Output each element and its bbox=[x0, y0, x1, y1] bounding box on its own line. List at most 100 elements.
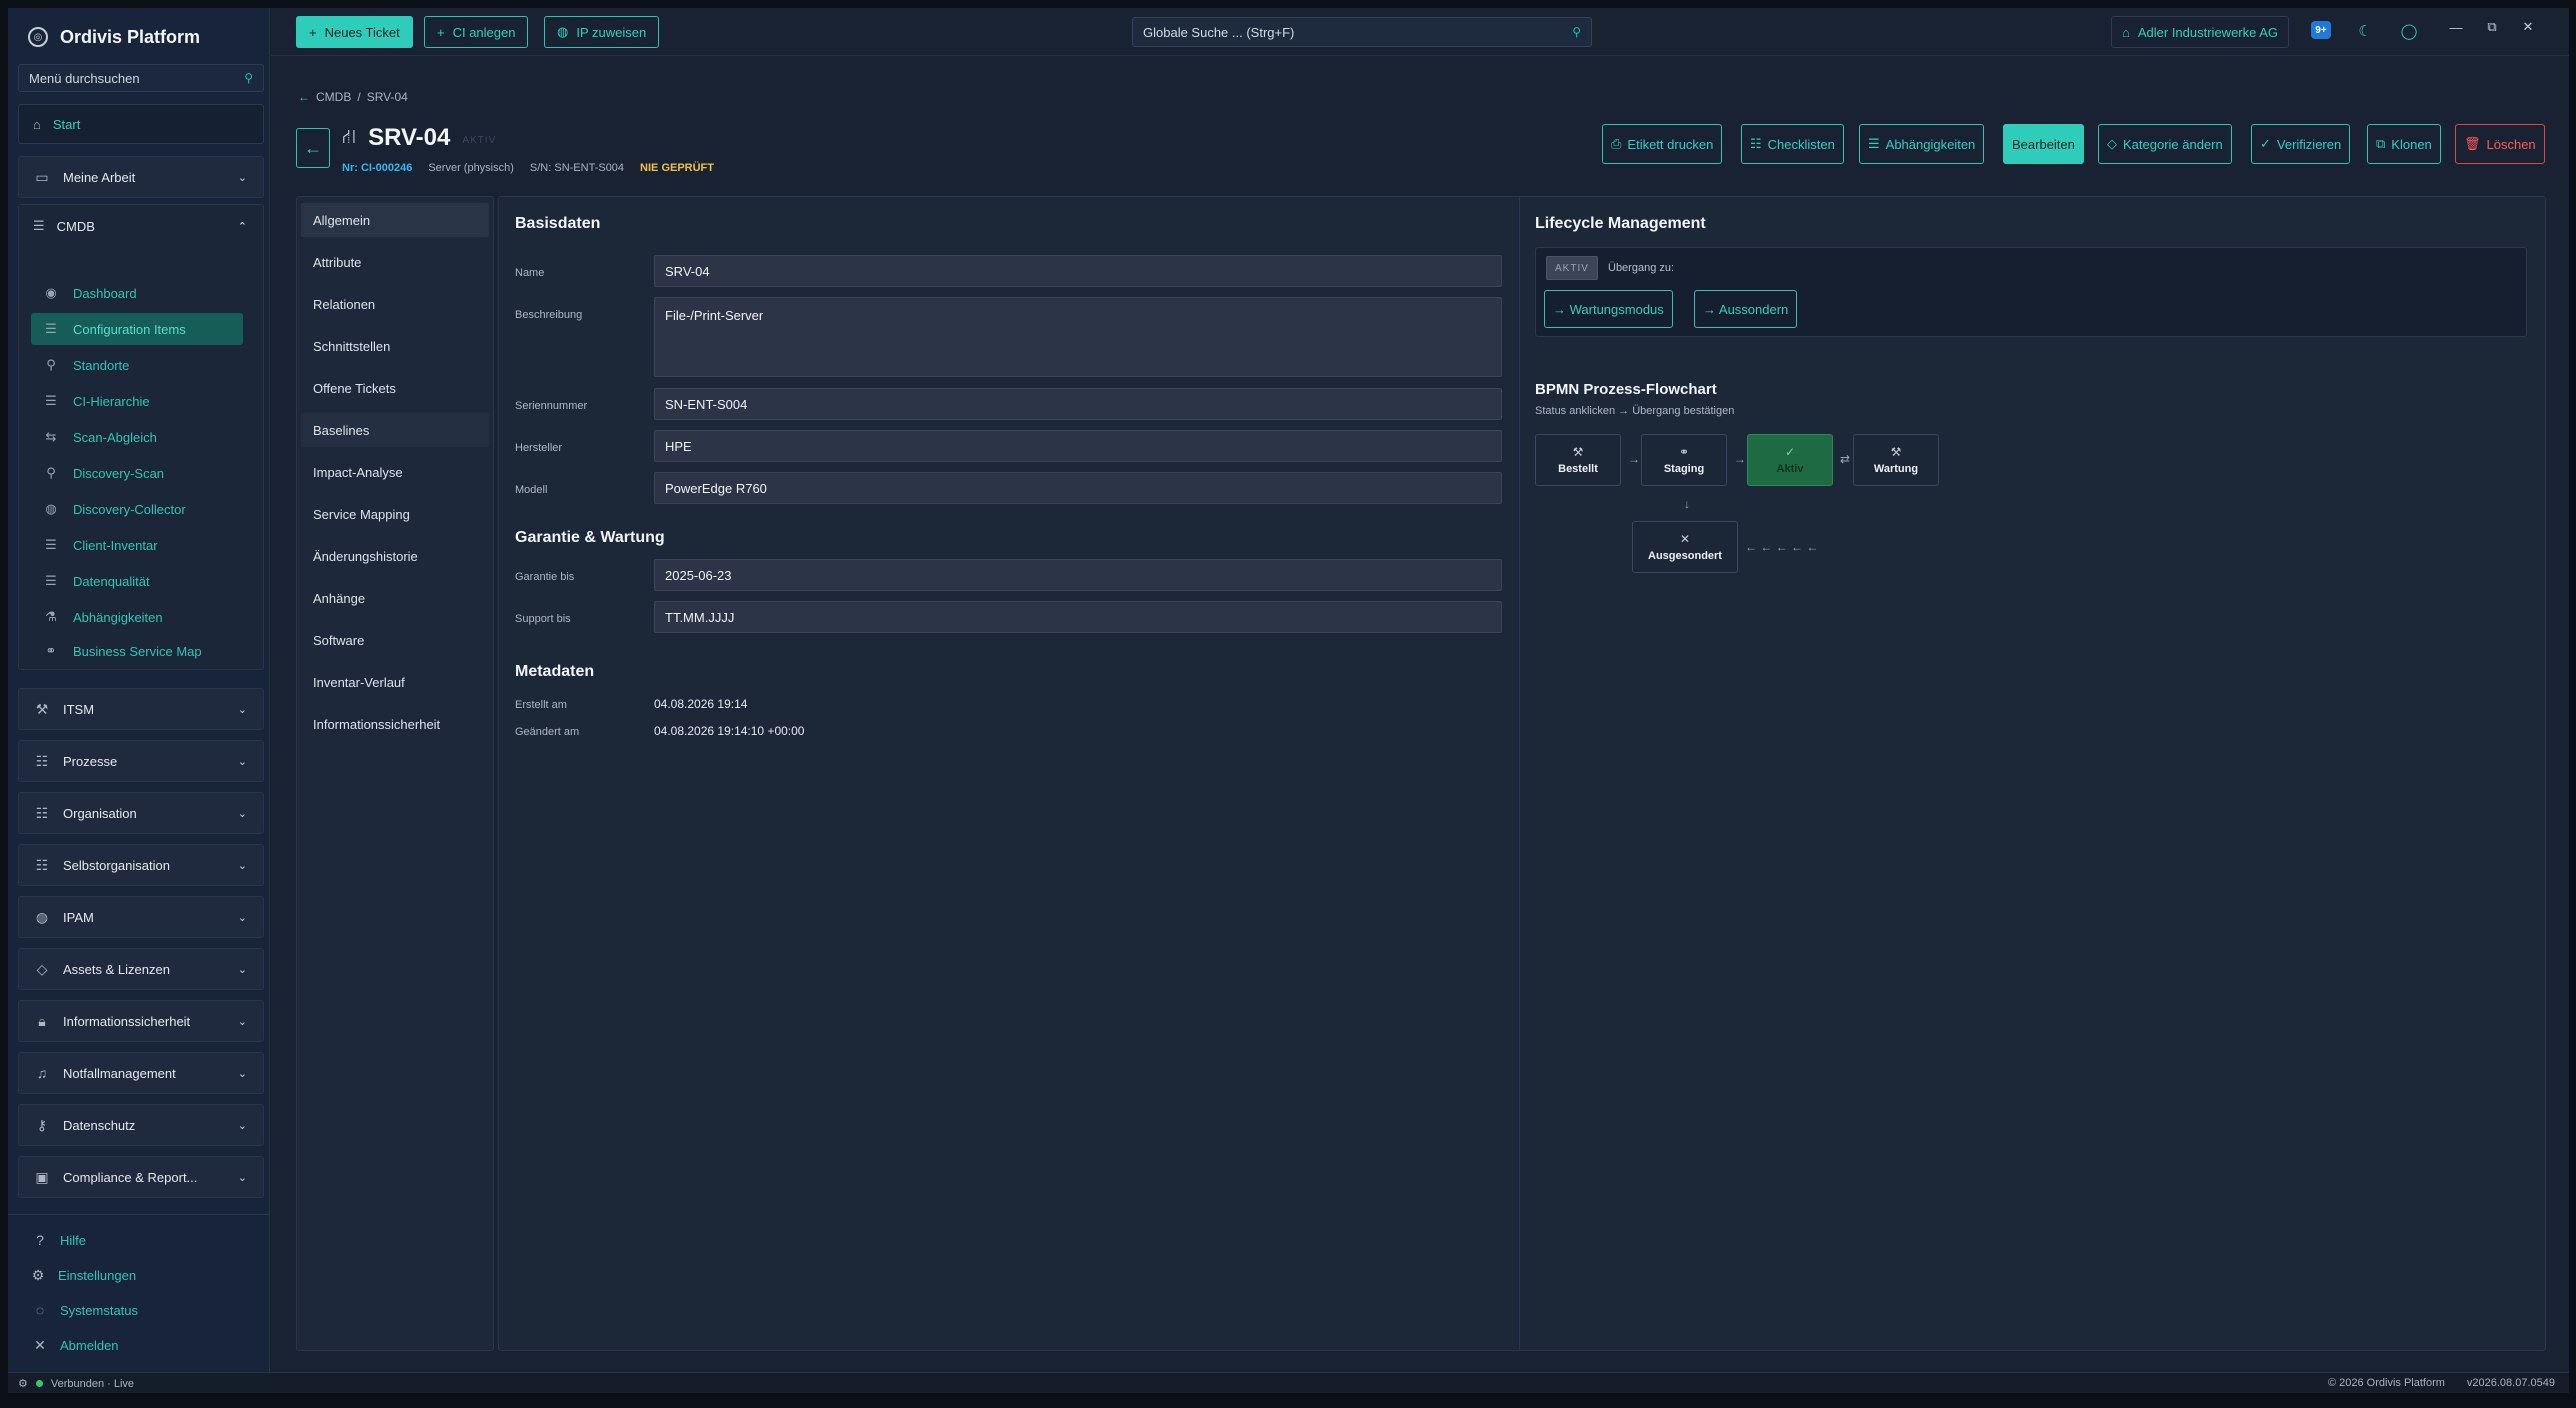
sidebar-footer-einstellungen[interactable]: ⚙ Einstellungen bbox=[30, 1263, 136, 1287]
user-icon[interactable]: ◯ bbox=[2398, 20, 2420, 42]
sidebar-footer-label: Systemstatus bbox=[60, 1302, 139, 1318]
eye-icon: ◉ bbox=[45, 285, 57, 300]
menu-search-input[interactable]: Menü durchsuchen ⚲ bbox=[18, 64, 264, 92]
chevron-up-icon: ⌃ bbox=[237, 220, 247, 233]
sidebar-item-ci-hierarchie[interactable]: ☰ CI-Hierarchie bbox=[31, 385, 243, 417]
tab-attribute[interactable]: Attribute bbox=[301, 245, 489, 279]
close-icon: ✕ bbox=[34, 1336, 46, 1353]
bearbeiten-button[interactable]: Bearbeiten bbox=[2003, 124, 2084, 164]
restore-icon[interactable]: ⧉ bbox=[2477, 16, 2507, 38]
breadcrumb-root[interactable]: CMDB bbox=[316, 90, 351, 104]
sidebar-item-label: Scan-Abgleich bbox=[73, 429, 157, 445]
abhaengigkeiten-button[interactable]: ☰ Abhängigkeiten bbox=[1859, 124, 1985, 164]
seriennummer-field[interactable]: SN-ENT-S004 bbox=[654, 388, 1502, 420]
tab-aenderungshistorie[interactable]: Änderungshistorie bbox=[301, 539, 489, 573]
tab-anhaenge[interactable]: Anhänge bbox=[301, 581, 489, 615]
section-title-lifecycle: Lifecycle Management bbox=[1535, 215, 1706, 232]
tab-label: Anhänge bbox=[313, 590, 366, 606]
flow-node-ausgesondert[interactable]: ✕ Ausgesondert bbox=[1632, 521, 1738, 573]
sidebar-group-selbstorganisation[interactable]: ☷ Selbstorganisation ⌄ bbox=[18, 844, 264, 886]
sidebar-group-datenschutz[interactable]: ⚷ Datenschutz ⌄ bbox=[18, 1104, 264, 1146]
beschreibung-field[interactable]: File-/Print-Server bbox=[654, 297, 1502, 377]
sidebar-item-scan-abgleich[interactable]: ⇆ Scan-Abgleich bbox=[31, 421, 243, 453]
tab-relationen[interactable]: Relationen bbox=[301, 287, 489, 321]
sidebar-item-discovery-scan[interactable]: ⚲ Discovery-Scan bbox=[31, 457, 243, 489]
sidebar-group-label: Organisation bbox=[63, 805, 137, 821]
tab-impact-analyse[interactable]: Impact-Analyse bbox=[301, 455, 489, 489]
pin-icon: ⚲ bbox=[46, 357, 56, 372]
sidebar-item-standorte[interactable]: ⚲ Standorte bbox=[31, 349, 243, 381]
back-button[interactable]: ← bbox=[296, 128, 330, 168]
global-search-input[interactable]: Globale Suche ... (Strg+F) ⚲ bbox=[1132, 17, 1592, 47]
sidebar-group-organisation[interactable]: ☷ Organisation ⌄ bbox=[18, 792, 264, 834]
company-selector[interactable]: ⌂ Adler Industriewerke AG bbox=[2111, 16, 2290, 48]
tab-informationssicherheit[interactable]: Informationssicherheit bbox=[301, 707, 489, 741]
sidebar-group-informationssicherheit[interactable]: 🔒︎ Informationssicherheit ⌄ bbox=[18, 1000, 264, 1042]
notification-icon[interactable]: 9+ bbox=[2311, 21, 2331, 39]
field-label-name: Name bbox=[515, 267, 545, 279]
aussondern-button[interactable]: → Aussondern bbox=[1694, 290, 1798, 328]
hersteller-field[interactable]: HPE bbox=[654, 430, 1502, 462]
ip-zuweisen-button[interactable]: ◍ IP zuweisen bbox=[544, 16, 660, 48]
sidebar-item-discovery-collector[interactable]: ◍ Discovery-Collector bbox=[31, 493, 243, 525]
etikett-drucken-button[interactable]: ⎙ Etikett drucken bbox=[1602, 124, 1723, 164]
sidebar-group-meine-arbeit[interactable]: ▭ Meine Arbeit ⌄ bbox=[18, 156, 264, 198]
window-close-icon[interactable]: ✕ bbox=[2513, 16, 2543, 38]
tab-service-mapping[interactable]: Service Mapping bbox=[301, 497, 489, 531]
modell-field[interactable]: PowerEdge R760 bbox=[654, 472, 1502, 504]
sidebar-group-prozesse[interactable]: ☷ Prozesse ⌄ bbox=[18, 740, 264, 782]
garantie-field[interactable]: 2025-06-23 bbox=[654, 559, 1502, 591]
wartungsmodus-button[interactable]: → Wartungsmodus bbox=[1544, 290, 1673, 328]
sidebar-item-abhaengigkeiten[interactable]: ⚗ Abhängigkeiten bbox=[31, 601, 243, 633]
tab-baselines[interactable]: Baselines bbox=[301, 413, 489, 447]
kategorie-aendern-button[interactable]: ◇ Kategorie ändern bbox=[2098, 124, 2232, 164]
sidebar-item-start[interactable]: ⌂ Start bbox=[18, 104, 264, 144]
flow-node-staging[interactable]: ⚭ Staging bbox=[1641, 434, 1727, 486]
sidebar-group-itsm[interactable]: ⚒ ITSM ⌄ bbox=[18, 688, 264, 730]
tab-allgemein[interactable]: Allgemein bbox=[301, 203, 489, 237]
sidebar-footer-abmelden[interactable]: ✕ Abmelden bbox=[32, 1333, 118, 1357]
checklisten-button[interactable]: ☷ Checklisten bbox=[1741, 124, 1844, 164]
sidebar-footer-systemstatus[interactable]: ◌ Systemstatus bbox=[32, 1298, 138, 1322]
sidebar-group-assets[interactable]: ◇ Assets & Lizenzen ⌄ bbox=[18, 948, 264, 990]
sidebar-footer-hilfe[interactable]: ? Hilfe bbox=[32, 1228, 86, 1252]
sidebar-group-ipam[interactable]: ◍ IPAM ⌄ bbox=[18, 896, 264, 938]
theme-toggle-icon[interactable]: ☾ bbox=[2354, 20, 2376, 42]
button-label: Verifizieren bbox=[2276, 136, 2342, 152]
sidebar-item-client-inventar[interactable]: ☰ Client-Inventar bbox=[31, 529, 243, 561]
sidebar-group-compliance[interactable]: ▣ Compliance & Report... ⌄ bbox=[18, 1156, 264, 1198]
app-logo[interactable]: ◎ Ordivis Platform bbox=[28, 22, 200, 52]
minimize-icon[interactable]: — bbox=[2441, 16, 2471, 38]
button-label: Löschen bbox=[2486, 136, 2536, 152]
sidebar-group-cmdb-header[interactable]: ☰ CMDB ⌃ bbox=[19, 205, 263, 247]
compare-icon: ⇆ bbox=[45, 429, 57, 444]
app-window: ◎ Ordivis Platform Menü durchsuchen ⚲ ⌂ … bbox=[8, 8, 2569, 1393]
tab-inventar-verlauf[interactable]: Inventar-Verlauf bbox=[301, 665, 489, 699]
sidebar-item-configuration-items[interactable]: ☰ Configuration Items bbox=[31, 313, 243, 345]
sidebar-group-label: Assets & Lizenzen bbox=[63, 961, 170, 977]
sidebar-item-business-service-map[interactable]: ⚭ Business Service Map bbox=[31, 635, 243, 667]
ci-anlegen-button[interactable]: + CI anlegen bbox=[424, 16, 529, 48]
name-field[interactable]: SRV-04 bbox=[654, 255, 1502, 287]
connection-label: Verbunden · Live bbox=[50, 1377, 135, 1390]
support-field[interactable]: TT.MM.JJJJ bbox=[654, 601, 1502, 633]
sidebar-group-label: Prozesse bbox=[63, 753, 118, 769]
field-label-geaendert: Geändert am bbox=[515, 726, 580, 738]
tab-schnittstellen[interactable]: Schnittstellen bbox=[301, 329, 489, 363]
klonen-button[interactable]: ⧉ Klonen bbox=[2367, 124, 2441, 164]
flow-node-wartung[interactable]: ⚒ Wartung bbox=[1853, 434, 1939, 486]
sidebar-item-dashboard[interactable]: ◉ Dashboard bbox=[31, 277, 243, 309]
link-icon: ⚭ bbox=[45, 643, 57, 658]
sidebar-item-label: Discovery-Collector bbox=[73, 501, 186, 517]
new-ticket-button[interactable]: + Neues Ticket bbox=[296, 16, 413, 48]
tab-software[interactable]: Software bbox=[301, 623, 489, 657]
sidebar-item-datenqualitaet[interactable]: ☰ Datenqualität bbox=[31, 565, 243, 597]
verifizieren-button[interactable]: ✓ Verifizieren bbox=[2251, 124, 2351, 164]
flow-node-bestellt[interactable]: ⚒ Bestellt bbox=[1535, 434, 1621, 486]
button-label: → Aussondern bbox=[1703, 301, 1789, 317]
loeschen-button[interactable]: 🗑︎ Löschen bbox=[2455, 124, 2545, 164]
sidebar-group-notfallmanagement[interactable]: ♫ Notfallmanagement ⌄ bbox=[18, 1052, 264, 1094]
flow-node-aktiv[interactable]: ✓ Aktiv bbox=[1747, 434, 1833, 486]
plus-icon: + bbox=[309, 24, 317, 40]
tab-offene-tickets[interactable]: Offene Tickets bbox=[301, 371, 489, 405]
